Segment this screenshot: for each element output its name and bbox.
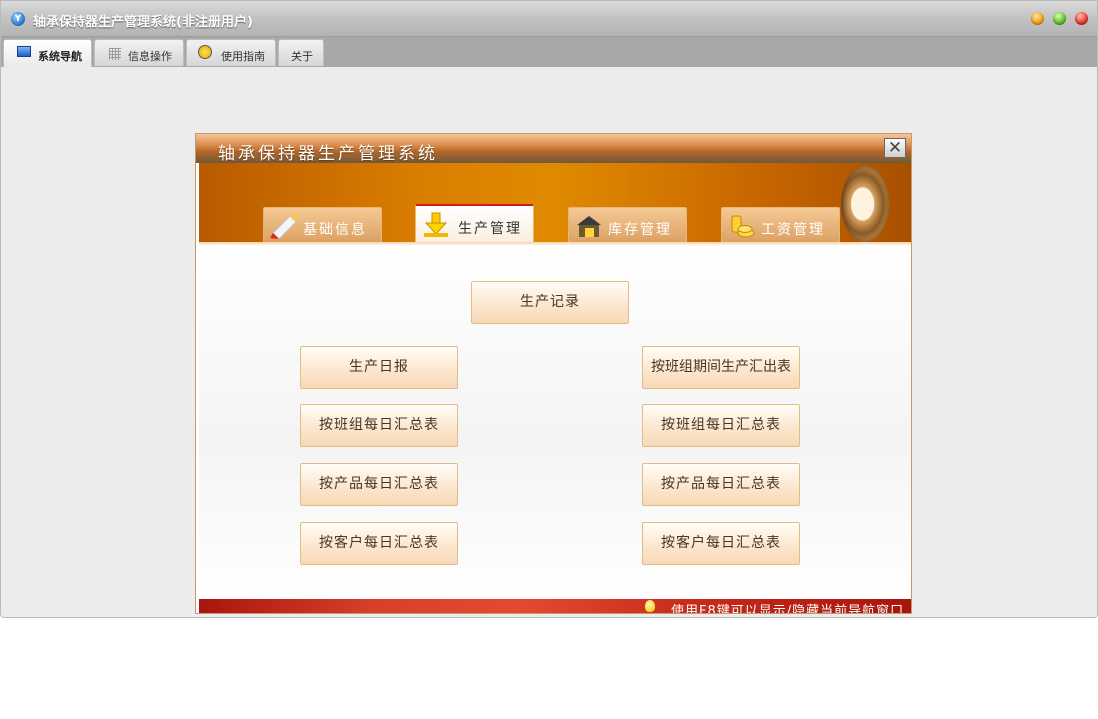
app-window: Y 轴承保持器生产管理系统(非注册用户) 系统导航 信息操作 使用指南 关于 轴… <box>0 0 1098 618</box>
guide-icon <box>198 45 212 59</box>
warehouse-icon <box>577 216 601 237</box>
tab-label: 关于 <box>291 50 313 63</box>
tab-label: 工资管理 <box>761 222 825 238</box>
tab-label: 信息操作 <box>128 50 172 63</box>
pencil-icon <box>270 214 298 239</box>
grid-icon <box>109 48 121 60</box>
production-record-button[interactable]: 生产记录 <box>471 281 629 324</box>
tab-system-navigation[interactable]: 系统导航 <box>3 39 92 67</box>
tab-about[interactable]: 关于 <box>278 39 324 66</box>
tab-production-management[interactable]: 生产管理 <box>415 204 534 243</box>
tab-inventory-management[interactable]: 库存管理 <box>568 207 687 243</box>
tab-label: 生产管理 <box>458 221 522 237</box>
customer-daily-summary-button-right[interactable]: 按客户每日汇总表 <box>642 522 800 565</box>
close-icon[interactable]: ✕ <box>884 138 906 158</box>
tab-label: 系统导航 <box>38 50 82 63</box>
lightbulb-icon <box>645 600 655 612</box>
tab-label: 使用指南 <box>221 50 265 63</box>
monitor-icon <box>17 46 31 57</box>
bearing-icon <box>841 166 889 242</box>
tab-basic-info[interactable]: 基础信息 <box>263 207 382 243</box>
tab-label: 基础信息 <box>303 222 367 238</box>
close-button[interactable] <box>1075 12 1088 25</box>
app-icon: Y <box>11 12 25 26</box>
maximize-button[interactable] <box>1053 12 1066 25</box>
tab-user-guide[interactable]: 使用指南 <box>186 39 276 66</box>
customer-daily-summary-button-left[interactable]: 按客户每日汇总表 <box>300 522 458 565</box>
tab-info-operation[interactable]: 信息操作 <box>94 39 184 66</box>
main-tab-bar: 系统导航 信息操作 使用指南 关于 <box>1 37 1097 67</box>
tab-label: 库存管理 <box>608 222 672 238</box>
product-daily-summary-button-right[interactable]: 按产品每日汇总表 <box>642 463 800 506</box>
team-daily-summary-button-right[interactable]: 按班组每日汇总表 <box>642 404 800 447</box>
minimize-button[interactable] <box>1031 12 1044 25</box>
tab-salary-management[interactable]: 工资管理 <box>721 207 840 243</box>
title-bar[interactable]: Y 轴承保持器生产管理系统(非注册用户) <box>1 1 1097 37</box>
team-period-summary-button[interactable]: 按班组期间生产汇出表 <box>642 346 800 389</box>
status-bar: 使用F8键可以显示/隐藏当前导航窗口 <box>199 599 911 614</box>
daily-report-button[interactable]: 生产日报 <box>300 346 458 389</box>
download-arrow-icon <box>424 212 448 237</box>
navigation-title-bar[interactable]: 轴承保持器生产管理系统 ✕ <box>196 134 911 164</box>
navigation-title: 轴承保持器生产管理系统 <box>218 144 438 164</box>
window-title: 轴承保持器生产管理系统(非注册用户) <box>33 15 253 30</box>
product-daily-summary-button-left[interactable]: 按产品每日汇总表 <box>300 463 458 506</box>
navigation-window: 轴承保持器生产管理系统 ✕ 基础信息 生产管理 库存管理 工资管理 生产记录 生… <box>195 133 912 614</box>
team-daily-summary-button-left[interactable]: 按班组每日汇总表 <box>300 404 458 447</box>
status-tip: 使用F8键可以显示/隐藏当前导航窗口 <box>671 604 905 614</box>
coins-icon <box>731 215 755 238</box>
